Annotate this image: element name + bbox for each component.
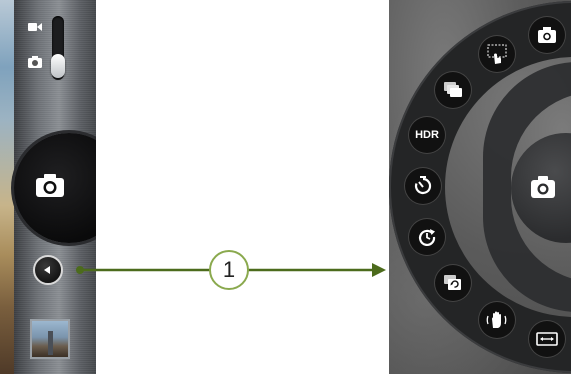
gallery-thumbnail[interactable] [30,319,70,359]
callout-number: 1 [222,257,236,282]
camera-icon [531,176,555,198]
expand-menu-button[interactable] [33,255,63,285]
camera-mode-item[interactable] [529,17,565,53]
mode-switch-knob[interactable] [51,54,65,78]
video-camera-icon [28,23,42,31]
panorama-switch-item[interactable] [435,265,471,301]
interval-item[interactable] [409,219,445,255]
self-timer-icon [414,176,432,195]
touch-capture-item[interactable] [479,36,515,72]
chevron-left-icon [44,266,50,274]
camera-icon [538,27,556,43]
camera-controls-panel [0,0,96,374]
radial-menu-panel: HDR [389,0,571,374]
panorama-icon [536,332,558,346]
viewfinder-preview [0,0,14,374]
hdr-item[interactable]: HDR [409,117,445,153]
self-timer-item[interactable] [405,168,441,204]
thumbnail-photo [48,331,53,355]
mode-switch[interactable] [24,14,72,84]
camera-icon [28,56,42,68]
burst-item[interactable] [435,72,471,108]
stabilizer-item[interactable] [479,302,515,338]
touch-capture-icon [487,44,507,64]
connector-arrowhead [372,263,386,277]
interval-icon [418,229,436,246]
panorama-switch-icon [444,275,461,290]
hdr-icon: HDR [415,129,439,141]
burst-icon [444,82,462,97]
stabilizer-icon [486,311,507,328]
panorama-item[interactable] [529,321,565,357]
camera-icon [36,174,64,197]
